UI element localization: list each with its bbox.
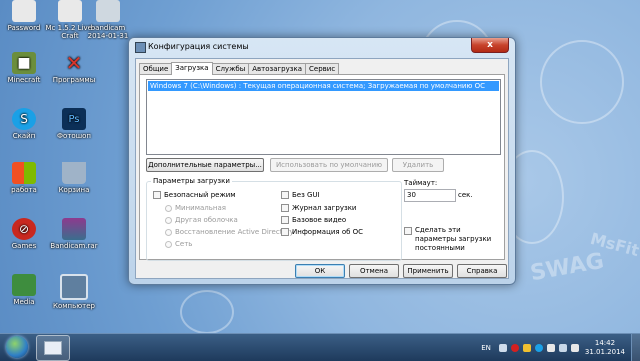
make-permanent-checkbox[interactable]: Сделать эти параметры загрузки постоянны… [404,226,500,253]
radio-dot [165,240,172,248]
boot-tab-panel: Windows 7 (C:\Windows) : Текущая операци… [139,74,505,261]
start-button[interactable] [6,336,28,358]
desktop-icon-recycle-bin[interactable]: Корзина [46,162,102,194]
os-list-item[interactable]: Windows 7 (C:\Windows) : Текущая операци… [148,81,499,91]
timeout-input[interactable]: 30 [404,189,456,202]
help-button[interactable]: Справка [457,264,507,278]
checkbox-box [281,228,289,236]
radio-dot [165,228,172,236]
checkbox-box [281,216,289,224]
boot-options-label: Параметры загрузки [151,177,232,185]
taskbar-app-msconfig[interactable] [36,335,70,361]
archive-icon [62,218,86,240]
alternate-shell-radio[interactable]: Другая оболочка [165,216,238,224]
set-default-button[interactable]: Использовать по умолчанию [270,158,388,172]
system-tray: EN 14:42 31.01.2014 [481,334,640,361]
msconfig-icon [135,42,146,53]
checkbox-box [153,191,161,199]
no-gui-checkbox[interactable]: Без GUI [281,191,320,199]
ok-button[interactable]: ОК [295,264,345,278]
chevron-up-icon[interactable] [498,343,507,352]
taskbar: EN 14:42 31.01.2014 [0,333,640,361]
wallpaper-doodle [540,40,624,124]
clock-date: 31.01.2014 [584,347,625,356]
wallpaper-text: SWAG [528,248,606,287]
network-icon[interactable] [522,343,531,352]
os-list[interactable]: Windows 7 (C:\Windows) : Текущая операци… [146,79,501,155]
close-button[interactable]: x [471,38,509,53]
checkbox-box [404,227,412,235]
media-icon [12,274,36,296]
volume-icon[interactable] [570,343,579,352]
desktop-icon-minecraft[interactable]: ■ Minecraft [0,52,52,84]
desktop-icon-skype[interactable]: S Скайп [0,108,52,140]
language-indicator[interactable]: EN [481,344,491,352]
signal-icon[interactable] [558,343,567,352]
radio-dot [165,204,172,212]
dialog-client-area: Общие Загрузка Службы Автозагрузка Серви… [135,58,509,279]
clock-time: 14:42 [594,338,616,347]
windows-flag-icon [12,162,36,184]
ad-repair-radio[interactable]: Восстановление Active Directory [165,228,294,236]
timeout-label: Таймаут: [404,179,438,187]
tab-boot[interactable]: Загрузка [171,62,213,75]
desktop-icon-games[interactable]: ⊘ Games [0,218,52,250]
photoshop-icon: Ps [62,108,86,130]
wallpaper-doodle [180,290,234,334]
desktop-icon-work[interactable]: работа [0,162,52,194]
delete-button[interactable]: Удалить [392,158,444,172]
dialog-title: Конфигурация системы [148,42,249,51]
no-sign-icon: ⊘ [12,218,36,240]
desktop-icon-media[interactable]: Media [0,274,52,306]
boot-log-checkbox[interactable]: Журнал загрузки [281,204,356,212]
advanced-options-button[interactable]: Дополнительные параметры... [146,158,264,172]
file-icon [58,0,82,22]
video-icon [96,0,120,22]
apply-button[interactable]: Применить [403,264,453,278]
recycle-bin-icon [62,162,86,184]
tab-strip: Общие Загрузка Службы Автозагрузка Серви… [139,62,340,75]
system-configuration-dialog: Конфигурация системы x Общие Загрузка Сл… [128,37,516,285]
title-bar[interactable]: Конфигурация системы x [129,38,515,56]
checkbox-box [281,191,289,199]
os-boot-info-checkbox[interactable]: Информация об ОС [281,228,363,236]
desktop-icon-programs[interactable]: ✕ Программы [46,51,102,84]
skype-tray-icon[interactable] [534,343,543,352]
x-icon: ✕ [65,51,83,75]
desktop-icon-photoshop[interactable]: Ps Фотошоп [46,108,102,140]
clock[interactable]: 14:42 31.01.2014 [585,339,625,357]
record-icon[interactable] [510,343,519,352]
minimal-radio[interactable]: Минимальная [165,204,226,212]
network-radio[interactable]: Сеть [165,240,192,248]
desktop-icon-bandicam-rar[interactable]: Bandicam.rar [46,218,102,250]
flag-icon[interactable] [546,343,555,352]
computer-icon [60,274,88,300]
boot-options-group: Параметры загрузки Безопасный режим Мини… [146,177,402,261]
safe-mode-checkbox[interactable]: Безопасный режим [153,191,236,199]
base-video-checkbox[interactable]: Базовое видео [281,216,346,224]
radio-dot [165,216,172,224]
desktop-icon-computer[interactable]: Компьютер [46,274,102,310]
checkbox-box [281,204,289,212]
file-icon [12,0,36,22]
window-icon [44,341,62,355]
cancel-button[interactable]: Отмена [349,264,399,278]
timeout-unit: сек. [458,191,473,199]
show-desktop-button[interactable] [631,334,640,361]
minecraft-icon: ■ [12,52,36,74]
skype-icon: S [12,108,36,130]
desktop-icon-bandicam-video[interactable]: bandicam 2014-01-31 [80,0,136,40]
